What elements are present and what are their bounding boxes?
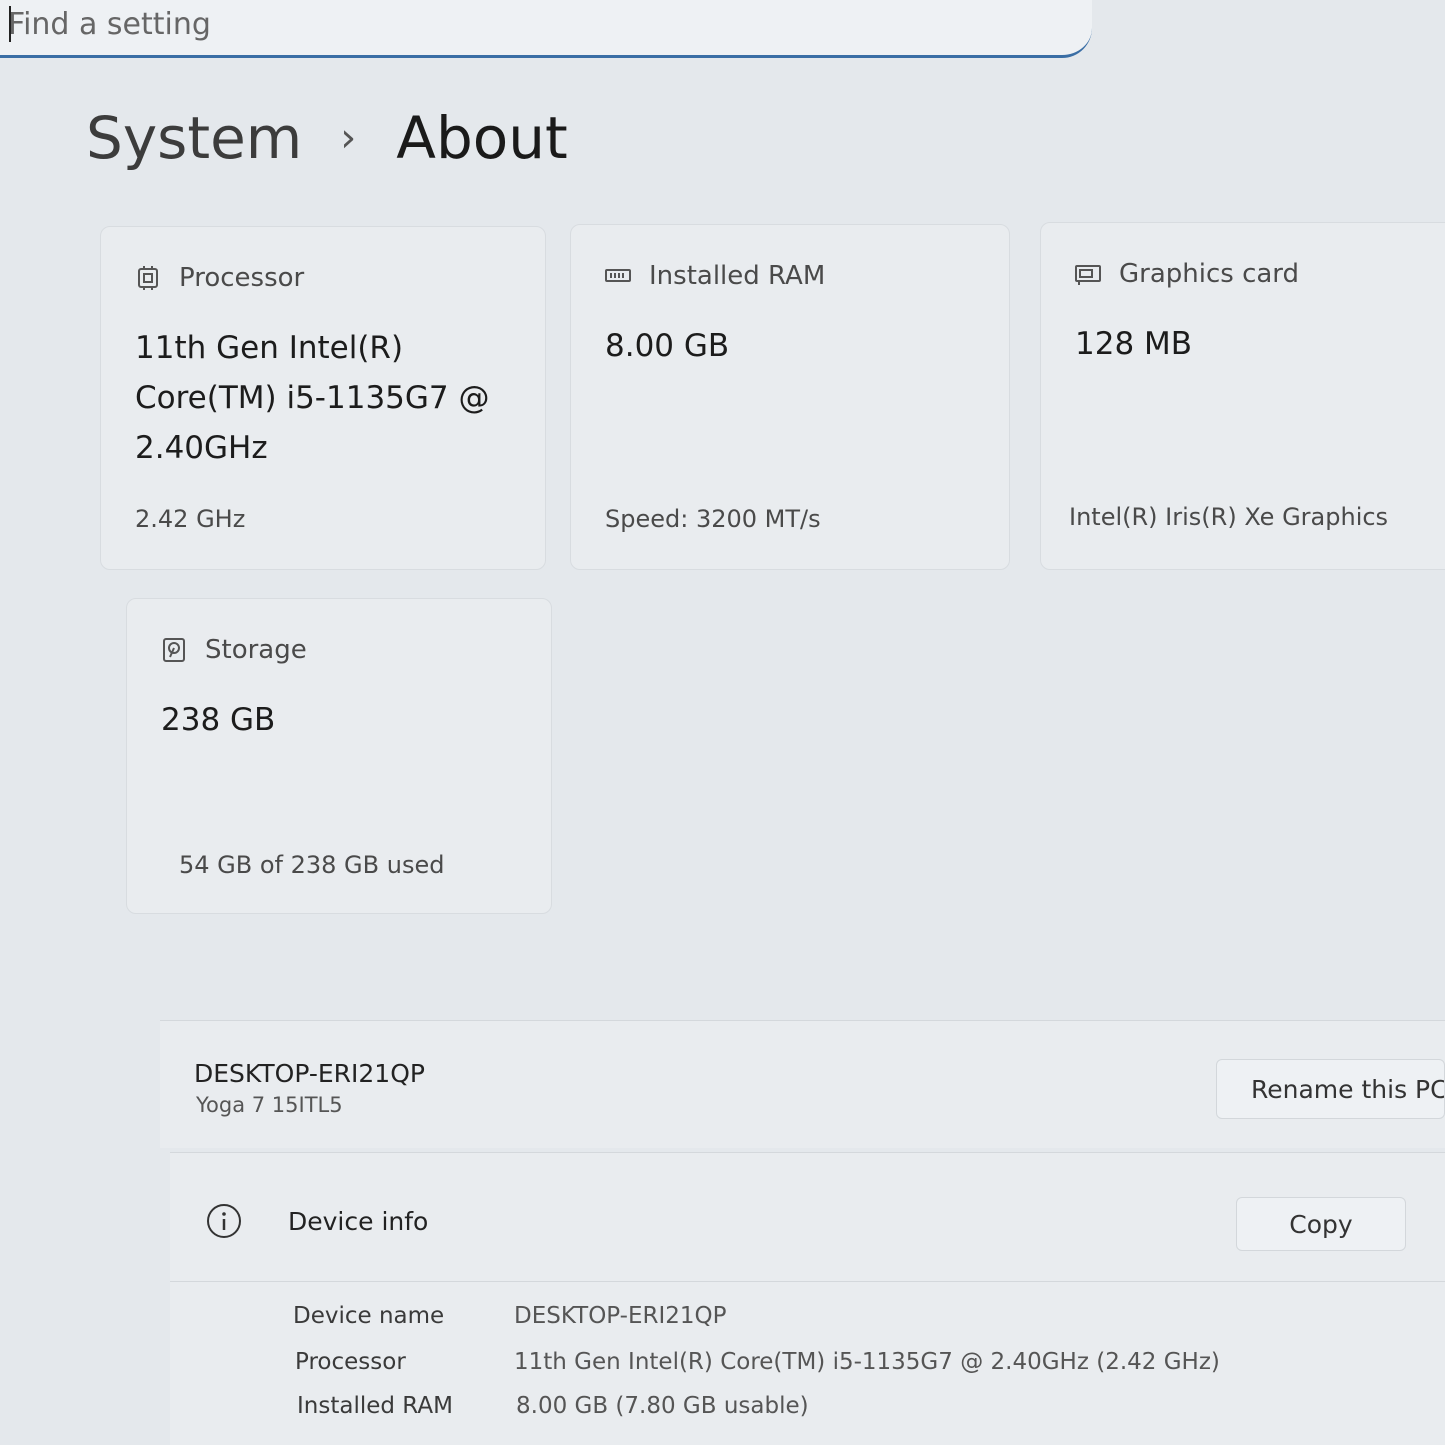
pc-name: DESKTOP-ERI21QP <box>194 1059 425 1088</box>
device-info-title: Device info <box>288 1207 429 1236</box>
processor-speed: 2.42 GHz <box>135 505 246 533</box>
processor-label: Processor <box>179 263 305 293</box>
rename-pc-button[interactable]: Rename this PC <box>1216 1059 1445 1119</box>
storage-value: 238 GB <box>161 702 276 738</box>
search-input[interactable] <box>8 4 1008 44</box>
storage-icon <box>161 637 187 663</box>
processor-card-header: Processor <box>135 263 304 293</box>
ram-card: Installed RAM 8.00 GB Speed: 3200 MT/s <box>570 224 1010 570</box>
spec-label-device-name: Device name <box>293 1303 445 1329</box>
ram-icon <box>605 263 631 289</box>
processor-icon <box>135 265 161 291</box>
storage-card-header: Storage <box>161 635 307 665</box>
page-title: About <box>396 104 568 172</box>
text-caret <box>9 6 11 42</box>
ram-card-header: Installed RAM <box>605 261 825 291</box>
pc-model: Yoga 7 15ITL5 <box>196 1093 343 1117</box>
spec-label-installed-ram: Installed RAM <box>297 1393 453 1419</box>
device-info-header[interactable]: Device info Copy <box>170 1153 1445 1282</box>
search-bar <box>0 0 1092 58</box>
spec-value-installed-ram: 8.00 GB (7.80 GB usable) <box>516 1393 809 1419</box>
ram-speed: Speed: 3200 MT/s <box>605 505 821 533</box>
processor-card: Processor 11th Gen Intel(R) Core(TM) i5-… <box>100 226 546 570</box>
storage-usage: 54 GB of 238 GB used <box>179 851 445 879</box>
graphics-card-header: Graphics card <box>1075 259 1299 289</box>
graphics-value: 128 MB <box>1075 326 1193 362</box>
graphics-card: Graphics card 128 MB Intel(R) Iris(R) Xe… <box>1040 222 1445 570</box>
breadcrumb: System › About <box>86 104 568 172</box>
device-info-section: Device info Copy Device name DESKTOP-ERI… <box>170 1152 1445 1445</box>
storage-label: Storage <box>205 635 307 665</box>
spec-value-device-name: DESKTOP-ERI21QP <box>514 1303 727 1329</box>
graphics-card-icon <box>1075 261 1101 287</box>
breadcrumb-system-link[interactable]: System <box>86 104 302 172</box>
graphics-model: Intel(R) Iris(R) Xe Graphics <box>1069 503 1389 531</box>
ram-label: Installed RAM <box>649 261 826 291</box>
info-icon <box>206 1203 242 1243</box>
ram-value: 8.00 GB <box>605 328 730 364</box>
storage-card: Storage 238 GB 54 GB of 238 GB used <box>126 598 552 914</box>
spec-value-processor: 11th Gen Intel(R) Core(TM) i5-1135G7 @ 2… <box>514 1349 1220 1375</box>
processor-value: 11th Gen Intel(R) Core(TM) i5-1135G7 @ 2… <box>135 330 490 466</box>
pc-name-row: DESKTOP-ERI21QP Yoga 7 15ITL5 Rename thi… <box>160 1020 1445 1148</box>
chevron-right-icon: › <box>340 115 357 161</box>
spec-label-processor: Processor <box>295 1349 406 1375</box>
copy-button[interactable]: Copy <box>1236 1197 1406 1251</box>
graphics-label: Graphics card <box>1119 259 1300 289</box>
